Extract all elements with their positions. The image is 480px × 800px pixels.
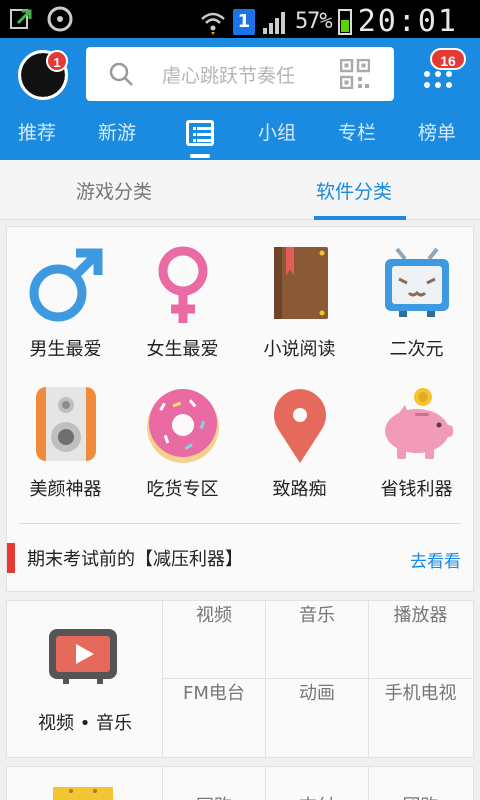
qr-scan-icon[interactable]: [340, 59, 370, 89]
category-label: 吃货专区: [146, 479, 219, 500]
category-female[interactable]: 女生最爱: [124, 245, 241, 361]
category-male[interactable]: 男生最爱: [7, 245, 124, 361]
search-bar[interactable]: 虐心跳跃节奏任: [86, 47, 394, 101]
list-icon[interactable]: [186, 120, 214, 146]
nav-tab-recommend[interactable]: 推荐: [18, 118, 56, 145]
battery-percent: 57%: [294, 9, 333, 34]
search-placeholder: 虐心跳跃节奏任: [162, 65, 296, 87]
nav-tab-columns[interactable]: 专栏: [338, 118, 376, 145]
category-saving[interactable]: 省钱利器: [358, 385, 475, 501]
link-music[interactable]: 音乐: [266, 601, 369, 679]
video-tv-icon: [49, 629, 117, 684]
male-symbol-icon: [29, 248, 102, 322]
category-novels[interactable]: 小说阅读: [241, 245, 358, 361]
nav-tab-new-games[interactable]: 新游: [98, 118, 136, 145]
shopping-bag-icon: [53, 787, 113, 800]
software-categories-card: 男生最爱 女生最爱 小说阅读 二次元 美颜神器 吃货专区 致路痴 省钱利器 期末…: [6, 226, 474, 592]
tab-active-indicator: [314, 216, 406, 220]
speaker-icon: [35, 387, 96, 461]
donut-icon: [146, 389, 219, 463]
battery-icon: [337, 8, 352, 35]
link-video[interactable]: 视频: [163, 601, 266, 679]
status-clock: 20:01: [357, 4, 458, 39]
promo-divider: [19, 523, 461, 524]
category-label: 小说阅读: [263, 339, 336, 360]
category-label: 省钱利器: [380, 479, 453, 500]
link-group-buy[interactable]: 团购: [369, 767, 472, 800]
nav-tab-rankings[interactable]: 榜单: [418, 118, 456, 145]
screen-share-icon: [10, 9, 32, 29]
category-anime[interactable]: 二次元: [358, 245, 475, 361]
app-header: 1 虐心跳跃节奏任 16 推荐 新游 小组 专栏 榜单: [0, 38, 480, 160]
book-icon: [273, 247, 328, 319]
category-foodie[interactable]: 吃货专区: [124, 385, 241, 501]
piggy-bank-icon: [384, 388, 453, 459]
link-mobile-tv[interactable]: 手机电视: [369, 679, 472, 757]
category-beauty[interactable]: 美颜神器: [7, 385, 124, 501]
video-music-card: 视频 • 音乐 视频 音乐 播放器 FM电台 动画 手机电视: [6, 600, 474, 758]
category-tabs: 游戏分类 软件分类: [0, 160, 480, 220]
sim-indicator: 1: [232, 8, 255, 35]
search-icon: [109, 62, 133, 86]
link-online-shopping[interactable]: 网购: [163, 767, 266, 800]
category-label: 二次元: [389, 339, 444, 360]
promo-accent-bar: [7, 543, 15, 573]
map-pin-icon: [273, 389, 326, 463]
nav-tab-groups[interactable]: 小组: [258, 118, 296, 145]
category-label: 男生最爱: [29, 339, 102, 360]
link-player[interactable]: 播放器: [369, 601, 472, 679]
promo-title[interactable]: 期末考试前的【减压利器】: [27, 545, 243, 571]
wifi-icon: [201, 12, 225, 35]
message-badge: 16: [430, 48, 466, 70]
category-label: 美颜神器: [29, 479, 102, 500]
video-music-title: 视频 • 音乐: [37, 713, 133, 734]
promo-see-more-link[interactable]: 去看看: [410, 547, 461, 572]
signal-icon: [262, 11, 285, 34]
category-label: 女生最爱: [146, 339, 219, 360]
link-animation[interactable]: 动画: [266, 679, 369, 757]
link-payment[interactable]: 支付: [266, 767, 369, 800]
shopping-feature[interactable]: [7, 767, 163, 800]
nav-active-indicator: [190, 154, 210, 158]
link-fm-radio[interactable]: FM电台: [163, 679, 266, 757]
female-symbol-icon: [158, 246, 207, 323]
status-bar: 1 57% 20:01: [0, 0, 480, 39]
tab-game-categories[interactable]: 游戏分类: [76, 177, 152, 204]
video-music-feature[interactable]: 视频 • 音乐: [7, 601, 163, 757]
main-nav: 推荐 新游 小组 专栏 榜单: [0, 118, 480, 160]
tab-software-categories[interactable]: 软件分类: [316, 177, 392, 204]
category-navigation[interactable]: 致路痴: [241, 385, 358, 501]
shopping-card: 网购 支付 团购: [6, 766, 474, 800]
disc-icon: [47, 6, 73, 32]
category-label: 致路痴: [272, 479, 327, 500]
avatar-notification-badge: 1: [46, 50, 68, 72]
tv-mascot-icon: [384, 247, 449, 317]
